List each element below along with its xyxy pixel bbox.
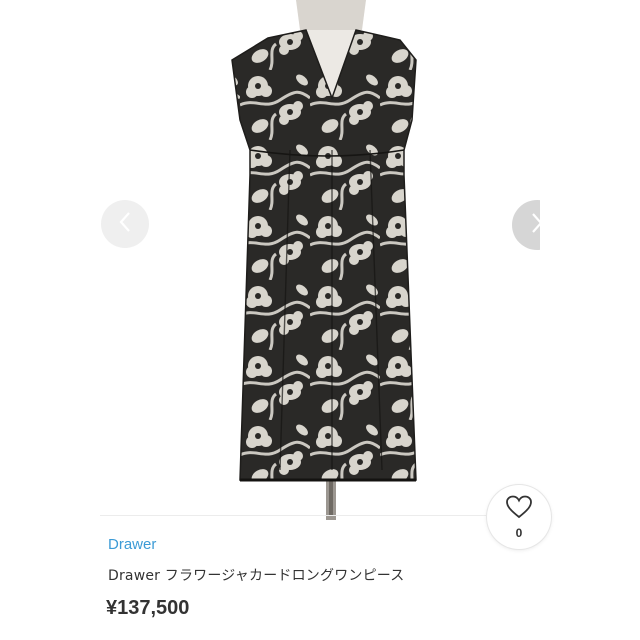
chevron-left-icon bbox=[118, 211, 132, 237]
brand-link[interactable]: Drawer bbox=[108, 536, 156, 553]
carousel-prev-button[interactable] bbox=[101, 200, 149, 248]
heart-icon bbox=[506, 495, 532, 523]
chevron-right-icon bbox=[530, 212, 540, 238]
carousel-next-button[interactable] bbox=[512, 200, 540, 250]
like-button[interactable]: 0 bbox=[487, 485, 551, 549]
item-price: ¥137,500 bbox=[106, 597, 190, 619]
divider bbox=[100, 515, 490, 516]
product-image[interactable] bbox=[100, 0, 540, 520]
item-title: Drawer フラワージャカードロングワンピース bbox=[108, 568, 405, 584]
like-count: 0 bbox=[515, 525, 523, 540]
dress-illustration bbox=[231, 0, 417, 520]
